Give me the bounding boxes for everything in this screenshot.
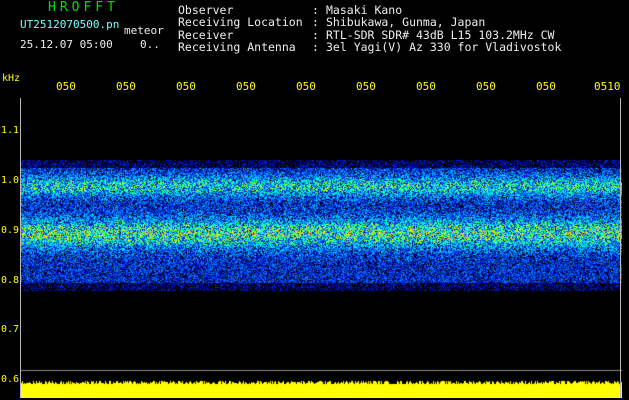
x-tick-label: 050	[56, 80, 76, 93]
x-tick-label: 050	[176, 80, 196, 93]
y-tick-label: 0.7	[1, 324, 20, 335]
count-label: 0..	[140, 38, 160, 51]
x-tick-label: 050	[116, 80, 136, 93]
spectrogram-canvas	[20, 98, 622, 398]
y-tick-label: 0.8	[1, 275, 20, 286]
y-tick-label: 0.9	[1, 225, 20, 236]
app-title: HROFFT	[48, 0, 119, 15]
x-tick-label: 050	[476, 80, 496, 93]
x-tick-label: 050	[296, 80, 316, 93]
x-tick-label: 050	[536, 80, 556, 93]
info-row-location: Receiving Location : Shibukawa, Gunma, J…	[178, 15, 561, 30]
x-tick-label: 050	[416, 80, 436, 93]
info-row-antenna: Receiving Antenna : 3el Yagi(V) Az 330 f…	[178, 39, 562, 54]
info-value: Shibukawa, Gunma, Japan	[326, 15, 486, 30]
y-axis-unit: kHz	[2, 73, 21, 84]
info-separator: :	[312, 39, 319, 54]
info-key: Receiving Location	[178, 15, 303, 30]
x-tick-label: 0510	[594, 80, 621, 93]
y-tick-label: 1.0	[1, 175, 20, 186]
y-tick-label: 0.6	[1, 374, 20, 385]
info-value: 3el Yagi(V) Az 330 for Vladivostok	[326, 39, 562, 54]
info-panel: Observer : Masaki Kano Receiving Locatio…	[178, 4, 561, 53]
info-separator: :	[312, 15, 319, 30]
filename-label: UT2512070500.pn	[20, 18, 120, 31]
x-tick-label: 050	[356, 80, 376, 93]
info-key: Receiving Antenna	[178, 39, 296, 54]
timestamp-label: 25.12.07 05:00	[20, 38, 113, 51]
x-tick-label: 050	[236, 80, 256, 93]
mode-label: meteor	[124, 24, 164, 37]
y-tick-label: 1.1	[1, 125, 20, 136]
